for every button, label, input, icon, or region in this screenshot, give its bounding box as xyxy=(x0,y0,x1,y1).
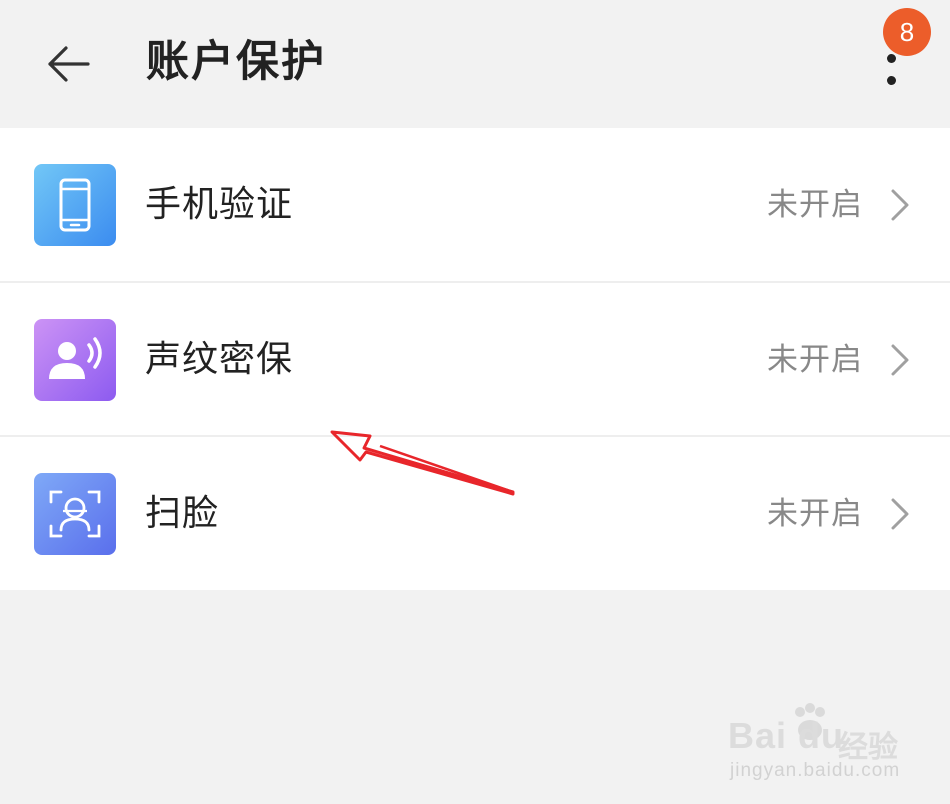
item-label: 手机验证 xyxy=(145,184,294,225)
item-label: 声纹密保 xyxy=(145,339,294,380)
watermark: Bai du 经验 jingyan.baidu.com xyxy=(726,700,926,790)
list-item-phone-verification[interactable]: 手机验证 未开启 xyxy=(0,128,950,282)
watermark-url: jingyan.baidu.com xyxy=(730,760,901,781)
more-dot xyxy=(887,76,896,85)
chevron-right-icon xyxy=(891,189,909,221)
face-scan-icon xyxy=(34,473,116,555)
app-header: 账户保护 8 xyxy=(0,0,950,128)
arrow-left-icon xyxy=(48,46,90,82)
status-text: 未开启 xyxy=(767,496,863,532)
voiceprint-icon xyxy=(34,319,116,401)
more-vertical-icon xyxy=(887,54,896,63)
phone-icon xyxy=(34,164,116,246)
notification-badge: 8 xyxy=(883,8,931,56)
annotation-arrow-icon xyxy=(330,430,515,496)
status-text: 未开启 xyxy=(767,187,863,223)
watermark-brand: Bai du xyxy=(728,715,845,756)
page-title: 账户保护 xyxy=(146,37,326,87)
security-options-list: 手机验证 未开启 声纹密保 未开启 扫脸 未开启 xyxy=(0,128,950,590)
chevron-right-icon xyxy=(891,344,909,376)
chevron-right-icon xyxy=(891,498,909,530)
back-button[interactable] xyxy=(40,38,96,90)
list-item-voiceprint[interactable]: 声纹密保 未开启 xyxy=(0,283,950,437)
item-label: 扫脸 xyxy=(145,493,220,534)
status-text: 未开启 xyxy=(767,342,863,378)
